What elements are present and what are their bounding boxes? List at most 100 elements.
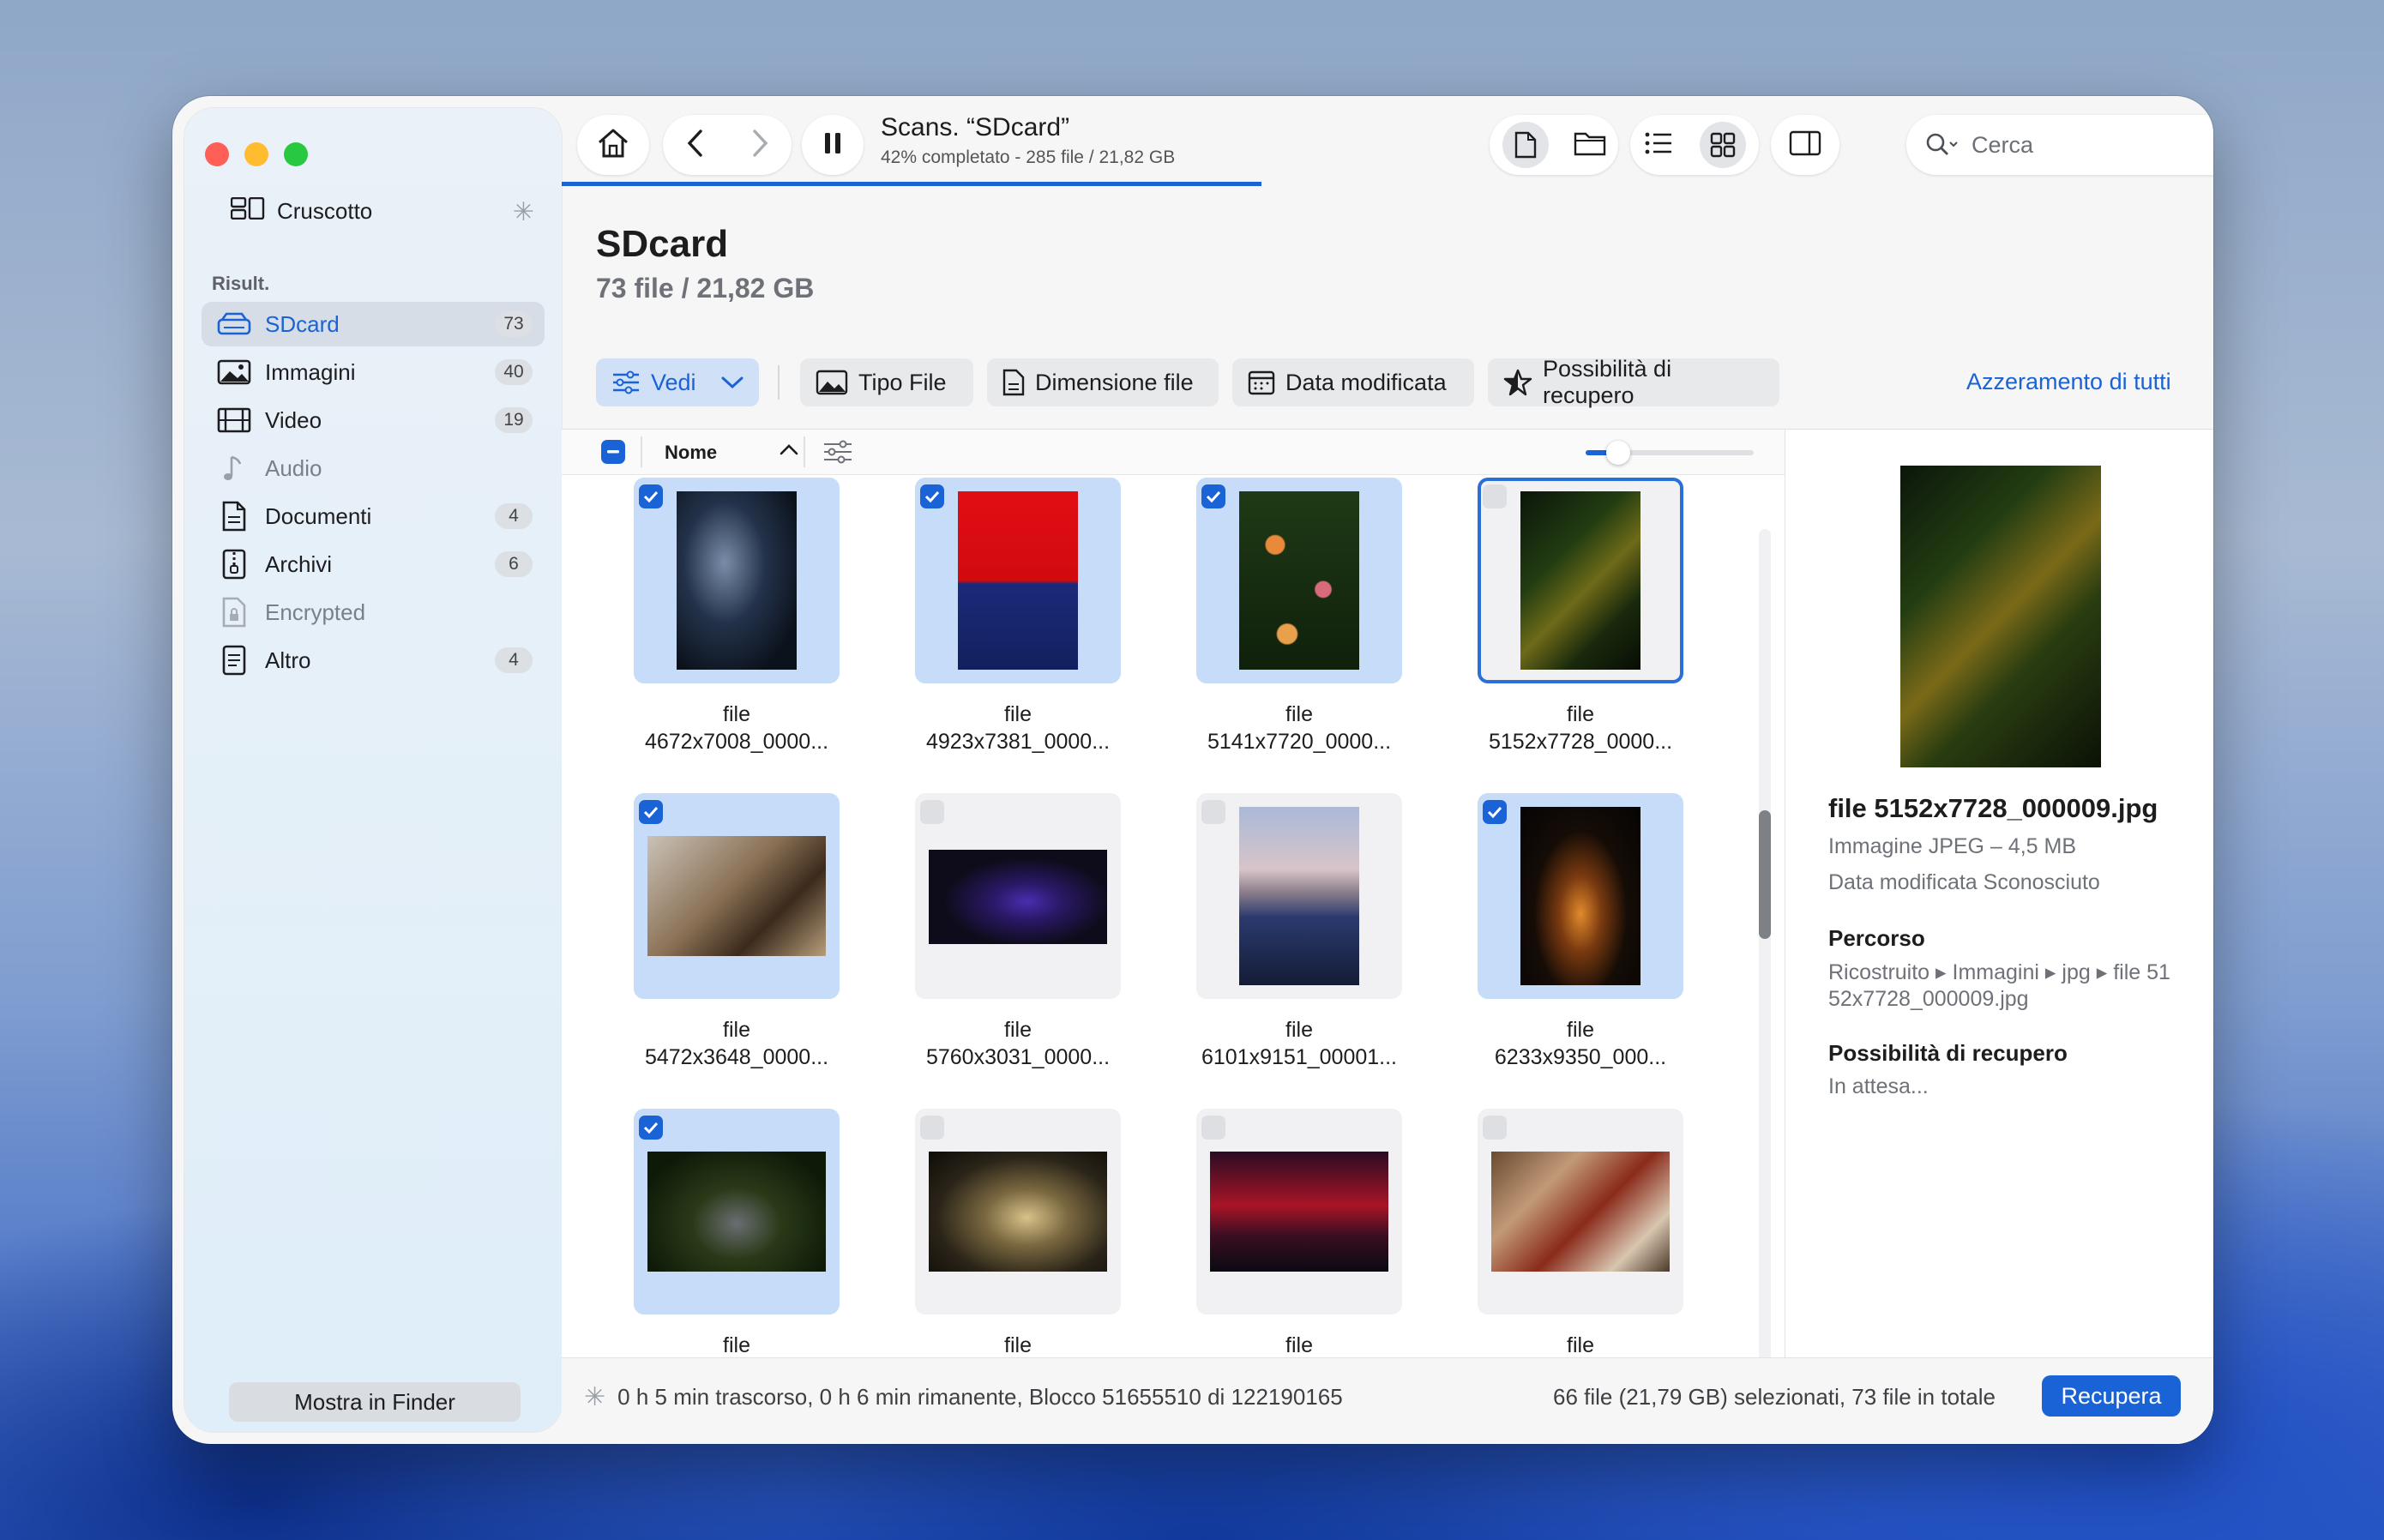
thumbnail[interactable] [1478, 1109, 1683, 1314]
sort-ascending-icon[interactable] [780, 443, 798, 455]
sidebar-item-documents[interactable]: Documenti 4 [202, 494, 545, 538]
scan-time-text: 0 h 5 min trascorso, 0 h 6 min rimanente… [617, 1384, 1343, 1410]
thumbnail[interactable] [1478, 478, 1683, 683]
item-checkbox[interactable] [1201, 484, 1225, 508]
home-button[interactable] [577, 115, 649, 175]
recovery-chance-filter-button[interactable]: Possibilità di recupero [1488, 356, 1779, 408]
file-size-filter-button[interactable]: Dimensione file [987, 358, 1219, 406]
loading-spinner-icon: ✳ [584, 1383, 606, 1411]
sidebar-item-label: SDcard [265, 310, 340, 337]
column-settings-icon[interactable] [822, 440, 853, 464]
thumbnail[interactable] [634, 478, 840, 683]
item-checkbox[interactable] [1201, 800, 1225, 824]
preview-image [1900, 466, 2101, 767]
layout-group [1630, 115, 1759, 175]
vertical-scrollbar[interactable] [1759, 529, 1771, 1357]
file-name-line1: file [723, 702, 750, 726]
photo-red-portrait [958, 491, 1078, 670]
grid-view-icon[interactable] [1699, 122, 1746, 168]
item-checkbox[interactable] [920, 484, 944, 508]
file-name-line2: 5760x3031_0000... [925, 1045, 1111, 1069]
file-name-line2: 5472x3648_0000... [644, 1045, 829, 1069]
file-name-line2: 6101x9151_00001... [1201, 1045, 1397, 1069]
sidebar-right-icon [1789, 130, 1821, 160]
item-checkbox[interactable] [1483, 484, 1507, 508]
photo-mountain-store [1239, 807, 1359, 985]
sidebar-item-other[interactable]: Altro 4 [202, 638, 545, 683]
image-icon [816, 370, 848, 395]
recover-button[interactable]: Recupera [2042, 1375, 2181, 1417]
thumbnail[interactable] [915, 793, 1121, 999]
pause-scan-button[interactable] [802, 115, 864, 175]
file-type-filter-button[interactable]: Tipo File [800, 358, 973, 406]
loading-spinner-icon: ✳ [512, 198, 534, 226]
sidebar-item-audio[interactable]: Audio [202, 446, 545, 490]
close-window-button[interactable] [205, 142, 229, 166]
thumbnail[interactable] [1196, 478, 1402, 683]
item-checkbox[interactable] [639, 800, 663, 824]
item-checkbox[interactable] [920, 1116, 944, 1140]
recovery-chance-filter-label: Possibilità di recupero [1543, 356, 1672, 408]
preview-filename: file 5152x7728_000009.jpg [1828, 793, 2158, 823]
name-column-header[interactable]: Nome [665, 442, 717, 464]
search-field[interactable]: Cerca [1906, 115, 2213, 175]
sidebar-item-label: Audio [265, 454, 322, 481]
photo-palm-leaves [1520, 491, 1641, 670]
sidebar-item-dashboard[interactable]: Cruscotto [230, 196, 373, 226]
encrypted-file-icon [215, 597, 253, 628]
file-view-icon[interactable] [1502, 122, 1549, 168]
count-badge: 40 [495, 359, 533, 385]
drive-icon [215, 312, 253, 336]
slider-knob[interactable] [1606, 441, 1630, 465]
item-checkbox[interactable] [920, 800, 944, 824]
view-filter-button[interactable]: Vedi [596, 358, 759, 406]
show-in-finder-button[interactable]: Mostra in Finder [229, 1382, 521, 1422]
sidebar-item-label: Altro [265, 647, 311, 673]
select-all-checkbox[interactable] [601, 440, 625, 464]
sidebar-item-sdcard[interactable]: SDcard 73 [202, 302, 545, 346]
sidebar-item-video[interactable]: Video 19 [202, 398, 545, 442]
dashboard-label: Cruscotto [277, 198, 373, 224]
thumbnail-size-slider-track[interactable] [1586, 441, 1754, 465]
column-divider [804, 436, 805, 467]
item-checkbox[interactable] [639, 1116, 663, 1140]
file-name-line1: file [723, 1018, 750, 1042]
item-checkbox[interactable] [1483, 800, 1507, 824]
sidebar-item-label: Archivi [265, 550, 333, 577]
thumbnail[interactable] [634, 793, 840, 999]
page-subtitle: 73 file / 21,82 GB [596, 273, 815, 304]
scan-status: 42% completato - 285 file / 21,82 GB [881, 147, 1176, 167]
thumbnail[interactable] [915, 478, 1121, 683]
view-filter-label: Vedi [651, 369, 696, 395]
date-modified-filter-button[interactable]: Data modificata [1232, 358, 1474, 406]
path-heading: Percorso [1828, 925, 1925, 951]
search-placeholder: Cerca [1972, 131, 2034, 158]
sidebar-item-encrypted[interactable]: Encrypted [202, 590, 545, 635]
thumbnail[interactable] [915, 1109, 1121, 1314]
sidebar-item-label: Documenti [265, 502, 372, 529]
sidebar-item-images[interactable]: Immagini 40 [202, 350, 545, 394]
thumbnail[interactable] [1478, 793, 1683, 999]
count-badge: 4 [495, 647, 533, 673]
file-name-line2: 5141x7720_0000... [1207, 730, 1392, 754]
minimize-window-button[interactable] [244, 142, 268, 166]
scrollbar-thumb[interactable] [1759, 810, 1771, 939]
list-view-icon[interactable] [1644, 131, 1673, 159]
zoom-window-button[interactable] [284, 142, 308, 166]
thumbnail[interactable] [634, 1109, 840, 1314]
sidebar-item-archives[interactable]: Archivi 6 [202, 542, 545, 587]
file-name-line1: file [1004, 702, 1032, 726]
item-checkbox[interactable] [1483, 1116, 1507, 1140]
toggle-preview-button[interactable] [1771, 115, 1839, 175]
path-line2: 52x7728_000009.jpg [1828, 987, 2029, 1011]
preview-date-modified: Data modificata Sconosciuto [1828, 870, 2100, 894]
reset-all-filters-link[interactable]: Azzeramento di tutti [1966, 369, 2171, 395]
forward-chevron-icon[interactable] [750, 129, 769, 162]
thumbnail[interactable] [1196, 793, 1402, 999]
document-icon [215, 501, 253, 532]
folder-view-icon[interactable] [1574, 130, 1606, 160]
thumbnail[interactable] [1196, 1109, 1402, 1314]
item-checkbox[interactable] [1201, 1116, 1225, 1140]
item-checkbox[interactable] [639, 484, 663, 508]
back-chevron-icon[interactable] [686, 129, 705, 162]
